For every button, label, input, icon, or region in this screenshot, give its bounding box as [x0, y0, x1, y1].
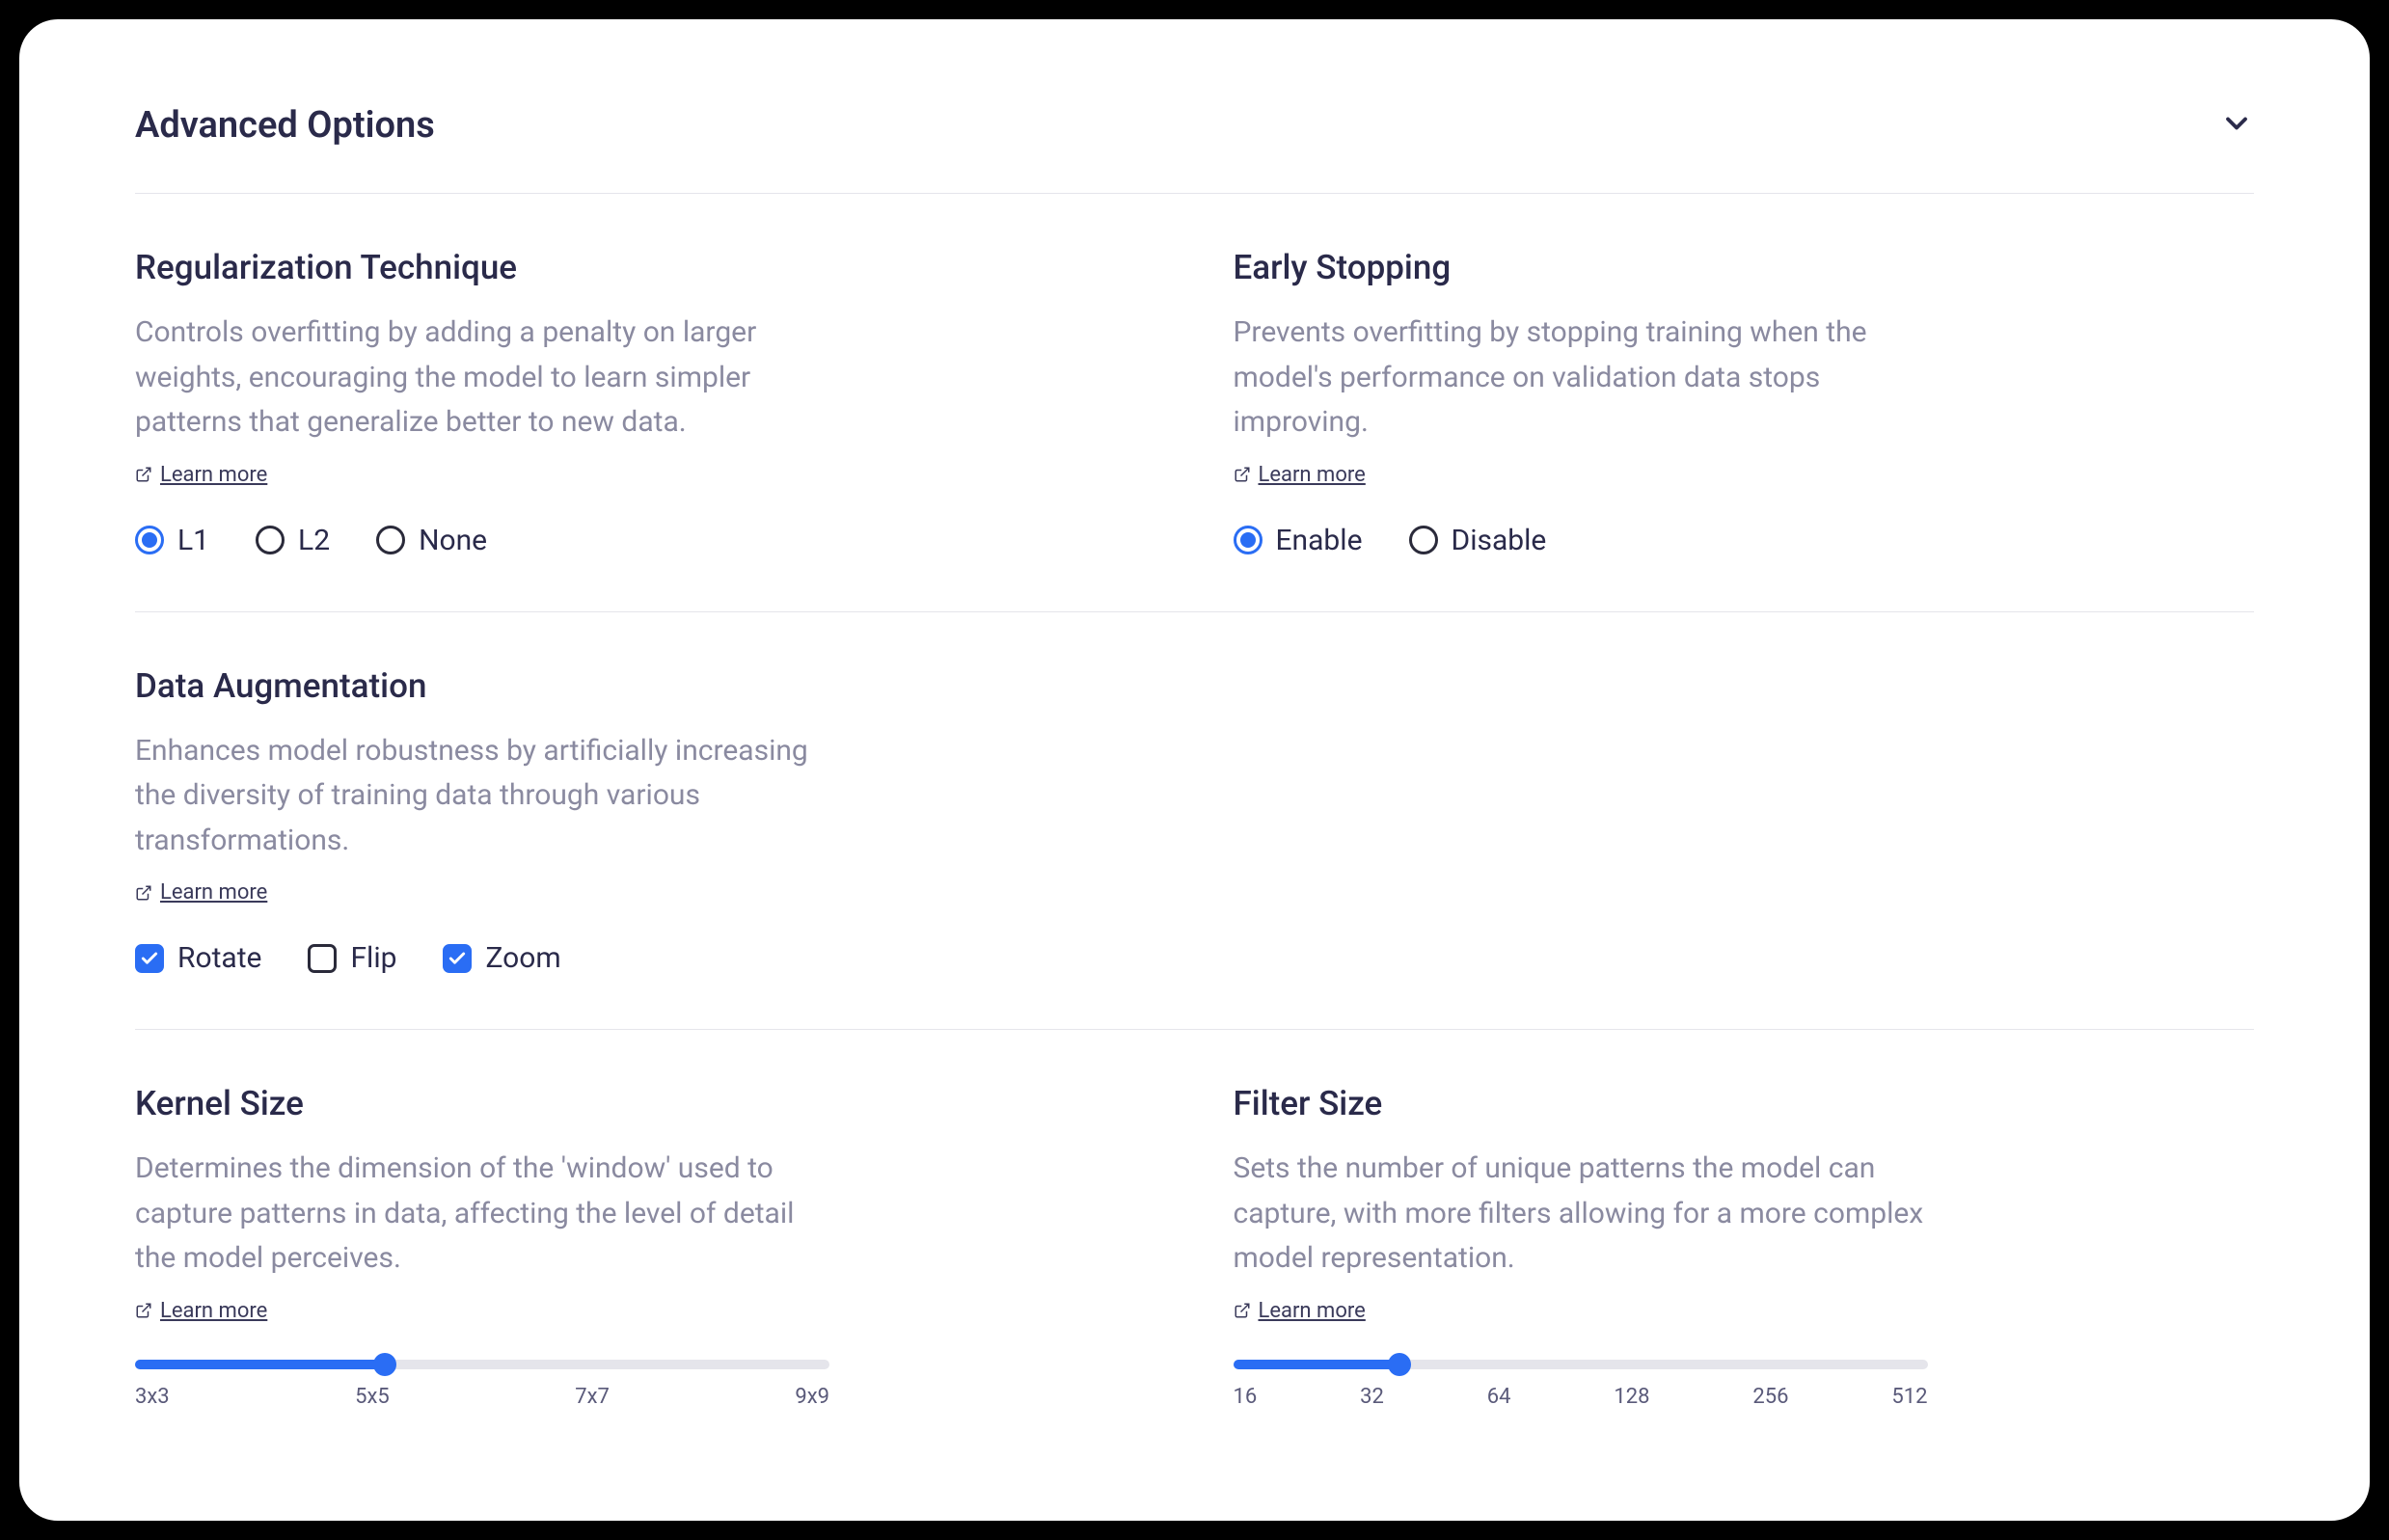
check-icon: [140, 949, 159, 968]
radio-label: Enable: [1276, 524, 1363, 557]
slider-thumb[interactable]: [1388, 1353, 1411, 1376]
learn-more-label: Learn more: [1259, 1299, 1366, 1323]
learn-more-label: Learn more: [160, 1299, 267, 1323]
checkbox-zoom[interactable]: Zoom: [443, 941, 560, 975]
checkbox-rotate[interactable]: Rotate: [135, 941, 261, 975]
section-title: Advanced Options: [135, 104, 435, 147]
tick-label: 64: [1487, 1385, 1511, 1409]
option-title: Early Stopping: [1234, 248, 1928, 287]
learn-more-label: Learn more: [1259, 463, 1366, 487]
tick-label: 16: [1234, 1385, 1258, 1409]
external-link-icon: [1234, 466, 1251, 483]
radio-indicator: [376, 526, 405, 554]
radio-label: Disable: [1452, 524, 1547, 557]
slider-thumb[interactable]: [373, 1353, 396, 1376]
option-title: Kernel Size: [135, 1084, 829, 1123]
external-link-icon: [135, 884, 152, 902]
kernel-slider[interactable]: 3x3 5x5 7x7 9x9: [135, 1360, 829, 1409]
slider-track: [1234, 1360, 1928, 1369]
checkbox-indicator: [308, 944, 337, 973]
kernel-size-block: Kernel Size Determines the dimension of …: [135, 1084, 829, 1409]
radio-l1[interactable]: L1: [135, 524, 209, 557]
section-header: Advanced Options: [135, 66, 2254, 193]
radio-enable[interactable]: Enable: [1234, 524, 1363, 557]
tick-label: 7x7: [575, 1385, 610, 1409]
radio-indicator: [1234, 526, 1262, 554]
tick-label: 9x9: [795, 1385, 829, 1409]
radio-l2[interactable]: L2: [256, 524, 330, 557]
radio-indicator: [1409, 526, 1438, 554]
early-stopping-radio-group: Enable Disable: [1234, 524, 1928, 557]
learn-more-link[interactable]: Learn more: [1234, 1299, 1928, 1323]
learn-more-link[interactable]: Learn more: [135, 463, 829, 487]
checkbox-label: Zoom: [485, 941, 560, 975]
check-icon: [448, 949, 467, 968]
option-description: Determines the dimension of the 'window'…: [135, 1147, 829, 1282]
tick-label: 5x5: [355, 1385, 390, 1409]
checkbox-flip[interactable]: Flip: [308, 941, 396, 975]
options-row-2: Data Augmentation Enhances model robustn…: [135, 612, 2254, 1030]
advanced-options-panel: Advanced Options Regularization Techniqu…: [19, 19, 2370, 1521]
checkbox-indicator: [443, 944, 472, 973]
option-description: Sets the number of unique patterns the m…: [1234, 1147, 1928, 1282]
option-title: Data Augmentation: [135, 666, 829, 706]
radio-indicator: [256, 526, 285, 554]
radio-label: None: [419, 524, 487, 557]
options-row-1: Regularization Technique Controls overfi…: [135, 194, 2254, 611]
chevron-down-icon[interactable]: [2219, 106, 2254, 145]
slider-fill: [1234, 1360, 1400, 1369]
learn-more-link[interactable]: Learn more: [135, 880, 829, 905]
checkbox-label: Rotate: [177, 941, 261, 975]
augmentation-checkbox-group: Rotate Flip Zoom: [135, 941, 829, 975]
tick-label: 512: [1891, 1385, 1927, 1409]
slider-track: [135, 1360, 829, 1369]
external-link-icon: [1234, 1302, 1251, 1319]
early-stopping-block: Early Stopping Prevents overfitting by s…: [1234, 248, 1928, 557]
option-description: Prevents overfitting by stopping trainin…: [1234, 311, 1928, 446]
external-link-icon: [135, 1302, 152, 1319]
checkbox-label: Flip: [350, 941, 396, 975]
learn-more-label: Learn more: [160, 463, 267, 487]
radio-disable[interactable]: Disable: [1409, 524, 1547, 557]
radio-indicator: [135, 526, 164, 554]
learn-more-link[interactable]: Learn more: [135, 1299, 829, 1323]
external-link-icon: [135, 466, 152, 483]
radio-label: L1: [177, 524, 209, 557]
tick-label: 32: [1360, 1385, 1384, 1409]
option-description: Enhances model robustness by artificiall…: [135, 729, 829, 864]
slider-fill: [135, 1360, 385, 1369]
option-title: Filter Size: [1234, 1084, 1928, 1123]
learn-more-link[interactable]: Learn more: [1234, 463, 1928, 487]
learn-more-label: Learn more: [160, 880, 267, 905]
radio-none[interactable]: None: [376, 524, 487, 557]
regularization-radio-group: L1 L2 None: [135, 524, 829, 557]
tick-label: 128: [1614, 1385, 1649, 1409]
slider-ticks: 16 32 64 128 256 512: [1234, 1385, 1928, 1409]
filter-slider[interactable]: 16 32 64 128 256 512: [1234, 1360, 1928, 1409]
slider-ticks: 3x3 5x5 7x7 9x9: [135, 1385, 829, 1409]
option-description: Controls overfitting by adding a penalty…: [135, 311, 829, 446]
options-row-3: Kernel Size Determines the dimension of …: [135, 1030, 2254, 1463]
regularization-block: Regularization Technique Controls overfi…: [135, 248, 829, 557]
checkbox-indicator: [135, 944, 164, 973]
option-title: Regularization Technique: [135, 248, 829, 287]
radio-label: L2: [298, 524, 330, 557]
augmentation-block: Data Augmentation Enhances model robustn…: [135, 666, 829, 976]
tick-label: 256: [1752, 1385, 1788, 1409]
tick-label: 3x3: [135, 1385, 170, 1409]
filter-size-block: Filter Size Sets the number of unique pa…: [1234, 1084, 1928, 1409]
